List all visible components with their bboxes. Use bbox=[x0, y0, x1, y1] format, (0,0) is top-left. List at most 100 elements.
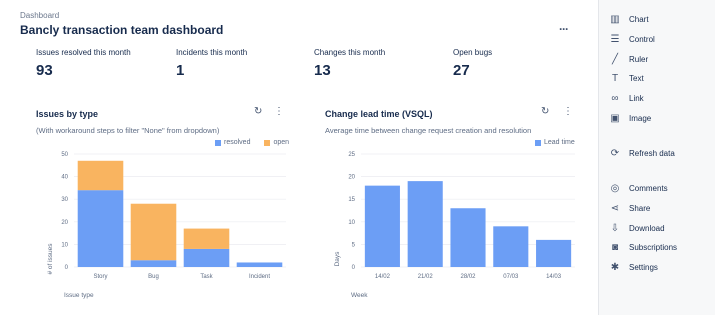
sidebar-item-ruler[interactable]: ╱ Ruler bbox=[609, 53, 648, 65]
sidebar-item-subscriptions[interactable]: ◙ Subscriptions bbox=[609, 241, 677, 253]
x-tick-label: 21/02 bbox=[418, 274, 434, 280]
kpi-value: 93 bbox=[36, 62, 53, 79]
control-icon: ☰ bbox=[610, 33, 620, 45]
y-axis-label: Days bbox=[334, 251, 341, 267]
kpi-open-bugs[interactable]: Open bugs 27 bbox=[453, 48, 492, 79]
bar-lead-time bbox=[364, 185, 400, 267]
y-tick-label: 20 bbox=[61, 220, 68, 226]
kpi-value: 1 bbox=[176, 62, 185, 79]
download-icon: ⇩ bbox=[610, 222, 620, 234]
sidebar-item-label: Comments bbox=[629, 183, 668, 193]
ruler-icon: ╱ bbox=[611, 53, 619, 65]
chart-legend: resolved open bbox=[215, 139, 289, 146]
x-tick-label: Story bbox=[93, 274, 107, 280]
bar-lead-time bbox=[536, 239, 572, 267]
sidebar-item-label: Subscriptions bbox=[629, 242, 678, 252]
sidebar-item-label: Ruler bbox=[629, 54, 649, 64]
y-tick-label: 10 bbox=[348, 220, 355, 226]
image-icon: ▣ bbox=[610, 112, 620, 124]
sidebar-item-label: Settings bbox=[629, 262, 658, 272]
refresh-icon[interactable]: ↻ bbox=[254, 106, 262, 117]
change-lead-time-card: Change lead time (VSQL) ↻ ⋮ Average time… bbox=[325, 104, 581, 312]
bar-resolved bbox=[183, 248, 230, 267]
kpi-value: 13 bbox=[314, 62, 331, 79]
card-subtitle: (With workaround steps to filter "None" … bbox=[36, 126, 220, 135]
bar-lead-time bbox=[493, 226, 529, 267]
y-tick-label: 30 bbox=[61, 197, 68, 203]
x-tick-label: 07/03 bbox=[503, 274, 519, 280]
text-icon: T bbox=[611, 72, 619, 84]
x-axis-label: Week bbox=[351, 292, 368, 299]
sidebar-item-share[interactable]: ⋖ Share bbox=[609, 202, 651, 214]
sidebar-item-download[interactable]: ⇩ Download bbox=[609, 222, 665, 234]
legend-swatch-resolved bbox=[215, 139, 221, 146]
refresh-icon: ⟳ bbox=[610, 147, 620, 159]
subscriptions-icon: ◙ bbox=[611, 241, 619, 253]
legend-label-lead-time: Lead time bbox=[544, 139, 575, 146]
y-tick-label: 40 bbox=[61, 175, 68, 181]
y-tick-label: 0 bbox=[352, 265, 356, 271]
comments-icon: ◎ bbox=[610, 182, 620, 194]
sidebar-item-chart[interactable]: ▥ Chart bbox=[609, 13, 649, 25]
sidebar-item-refresh-data[interactable]: ⟳ Refresh data bbox=[609, 147, 675, 159]
x-tick-label: 14/02 bbox=[375, 274, 391, 280]
sidebar-item-control[interactable]: ☰ Control bbox=[609, 33, 655, 45]
more-icon[interactable]: ⋮ bbox=[274, 106, 284, 117]
chart-icon: ▥ bbox=[610, 13, 620, 25]
kpi-label: Incidents this month bbox=[176, 48, 248, 57]
share-icon: ⋖ bbox=[610, 202, 620, 214]
refresh-icon[interactable]: ↻ bbox=[541, 106, 549, 117]
x-tick-label: 28/02 bbox=[460, 274, 476, 280]
kpi-label: Issues resolved this month bbox=[36, 48, 131, 57]
legend-swatch-open bbox=[264, 139, 271, 146]
kpi-label: Open bugs bbox=[453, 48, 493, 57]
kpi-changes[interactable]: Changes this month 13 bbox=[314, 48, 385, 79]
sidebar-item-label: Link bbox=[629, 93, 644, 103]
settings-icon: ✱ bbox=[610, 261, 620, 273]
sidebar-item-label: Refresh data bbox=[629, 148, 675, 158]
sidebar-item-text[interactable]: T Text bbox=[609, 72, 644, 84]
x-tick-label: Bug bbox=[148, 274, 159, 280]
bar-lead-time bbox=[450, 208, 486, 267]
x-tick-label: 14/03 bbox=[546, 274, 562, 280]
sidebar-item-label: Share bbox=[629, 203, 651, 213]
kpi-value: 27 bbox=[453, 62, 470, 79]
card-title: Issues by type bbox=[36, 109, 99, 119]
kpi-incidents[interactable]: Incidents this month 1 bbox=[176, 48, 247, 79]
sidebar-item-settings[interactable]: ✱ Settings bbox=[609, 261, 658, 273]
legend-label-open: open bbox=[273, 139, 290, 146]
bar-open bbox=[77, 160, 124, 191]
y-tick-label: 25 bbox=[348, 152, 355, 158]
sidebar-item-link[interactable]: ∞ Link bbox=[609, 92, 644, 104]
sidebar: ▥ Chart ☰ Control ╱ Ruler T Text ∞ Link ▣ Image ⟳ Ref… bbox=[598, 0, 715, 315]
more-icon[interactable]: ⋮ bbox=[563, 106, 573, 117]
legend-label-resolved: resolved bbox=[224, 139, 251, 146]
sidebar-item-label: Image bbox=[629, 113, 652, 123]
link-icon: ∞ bbox=[611, 92, 619, 104]
dashboard-main: Dashboard Bancly transaction team dashbo… bbox=[0, 0, 598, 315]
legend-swatch-lead-time bbox=[535, 139, 541, 146]
sidebar-item-label: Download bbox=[629, 223, 665, 233]
breadcrumb[interactable]: Dashboard bbox=[20, 11, 59, 20]
chart-legend: Lead time bbox=[535, 139, 575, 146]
page-title: Bancly transaction team dashboard bbox=[20, 23, 224, 37]
y-axis-label: # of issues bbox=[47, 243, 54, 275]
sidebar-item-comments[interactable]: ◎ Comments bbox=[609, 182, 668, 194]
kpi-label: Changes this month bbox=[314, 48, 386, 57]
x-tick-label: Incident bbox=[249, 274, 270, 280]
sidebar-item-image[interactable]: ▣ Image bbox=[609, 112, 651, 124]
card-subtitle: Average time between change request crea… bbox=[325, 126, 532, 135]
y-tick-label: 20 bbox=[348, 175, 355, 181]
sidebar-item-label: Control bbox=[629, 34, 655, 44]
y-tick-label: 10 bbox=[61, 242, 68, 248]
kpi-issues-resolved[interactable]: Issues resolved this month 93 bbox=[36, 48, 131, 79]
card-title: Change lead time (VSQL) bbox=[325, 109, 433, 119]
sidebar-item-label: Chart bbox=[629, 14, 649, 24]
x-tick-label: Task bbox=[200, 274, 213, 280]
change-lead-time-chart: 0 5 10 15 20 25 14/02 21/02 28/02 07/03 14/03 Week D… bbox=[334, 152, 575, 299]
bar-resolved bbox=[236, 262, 283, 267]
issues-by-type-chart: 0 10 20 30 40 50 Story Bug Task Incident Issue typ… bbox=[47, 152, 286, 299]
bar-open bbox=[183, 228, 230, 249]
y-tick-label: 5 bbox=[352, 242, 356, 248]
more-options-icon[interactable]: ··· bbox=[559, 22, 569, 36]
